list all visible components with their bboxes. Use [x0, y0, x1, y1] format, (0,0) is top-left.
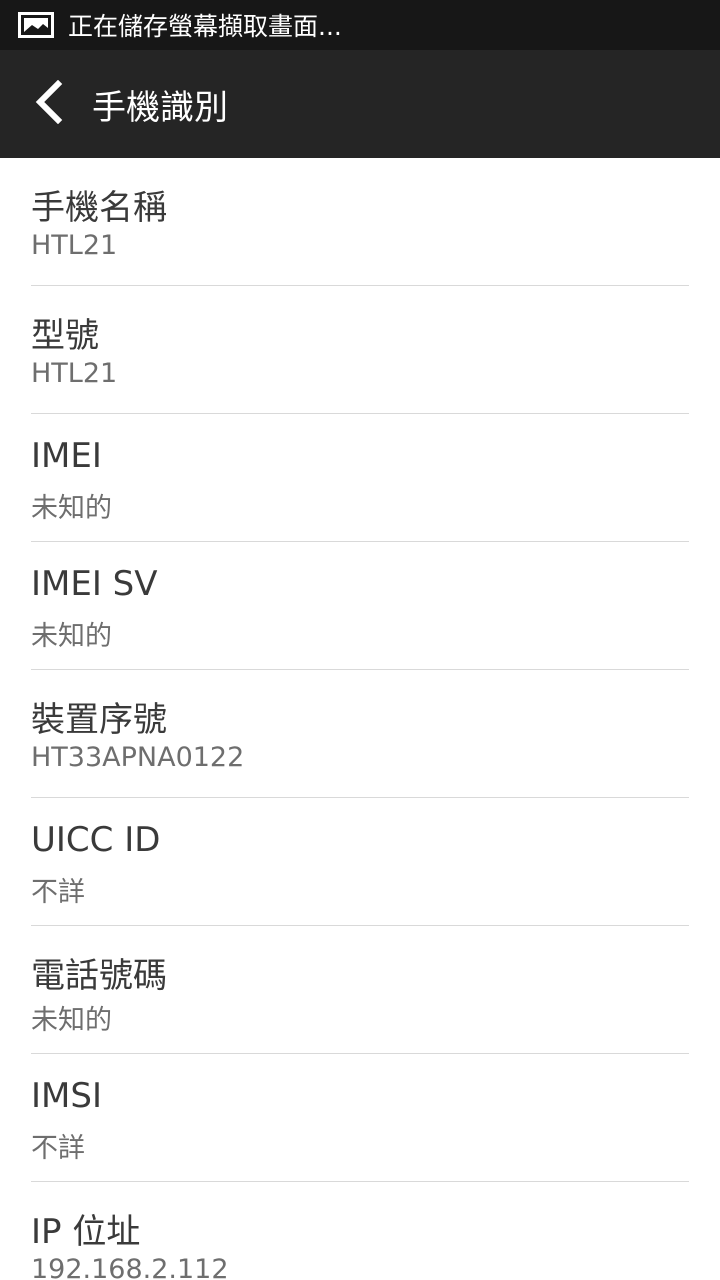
item-value: HTL21 — [31, 230, 118, 261]
phone-identity-screen: 正在儲存螢幕擷取畫面... 手機識別 手機名稱 HTL21 型號 HTL21 I… — [0, 0, 720, 1280]
list-item-imsi[interactable]: IMSI 不詳 — [31, 1054, 689, 1182]
list-item-phone-name[interactable]: 手機名稱 HTL21 — [31, 158, 689, 286]
item-value: 192.168.2.112 — [31, 1254, 229, 1280]
list-item-imei[interactable]: IMEI 未知的 — [31, 414, 689, 542]
item-label: IP 位址 — [31, 1212, 141, 1252]
back-button[interactable] — [22, 74, 74, 134]
item-label: IMEI SV — [31, 564, 158, 604]
list-item-uicc-id[interactable]: UICC ID 不詳 — [31, 798, 689, 926]
list-item-serial-number[interactable]: 裝置序號 HT33APNA0122 — [31, 670, 689, 798]
identity-list: 手機名稱 HTL21 型號 HTL21 IMEI 未知的 IMEI SV 未知的… — [0, 158, 720, 1280]
notification-text: 正在儲存螢幕擷取畫面... — [68, 12, 342, 41]
list-item-imei-sv[interactable]: IMEI SV 未知的 — [31, 542, 689, 670]
item-label: UICC ID — [31, 820, 161, 860]
item-label: 裝置序號 — [31, 700, 167, 740]
item-label: 電話號碼 — [31, 956, 167, 996]
item-value: HTL21 — [31, 358, 118, 389]
item-label: IMSI — [31, 1076, 102, 1116]
item-label: 手機名稱 — [31, 188, 167, 228]
item-value: 不詳 — [31, 877, 85, 908]
status-bar: 正在儲存螢幕擷取畫面... — [0, 0, 720, 50]
item-label: IMEI — [31, 436, 102, 476]
list-item-model[interactable]: 型號 HTL21 — [31, 286, 689, 414]
page-title: 手機識別 — [92, 87, 228, 128]
item-value: 不詳 — [31, 1133, 85, 1164]
list-item-phone-number[interactable]: 電話號碼 未知的 — [31, 926, 689, 1054]
item-value: 未知的 — [31, 621, 112, 652]
item-value: HT33APNA0122 — [31, 742, 245, 773]
item-label: 型號 — [31, 316, 99, 356]
screenshot-icon — [18, 12, 54, 38]
item-value: 未知的 — [31, 1005, 112, 1036]
list-item-ip-address[interactable]: IP 位址 192.168.2.112 — [31, 1182, 689, 1280]
app-bar: 手機識別 — [0, 50, 720, 158]
item-value: 未知的 — [31, 493, 112, 524]
chevron-left-icon — [32, 79, 64, 128]
